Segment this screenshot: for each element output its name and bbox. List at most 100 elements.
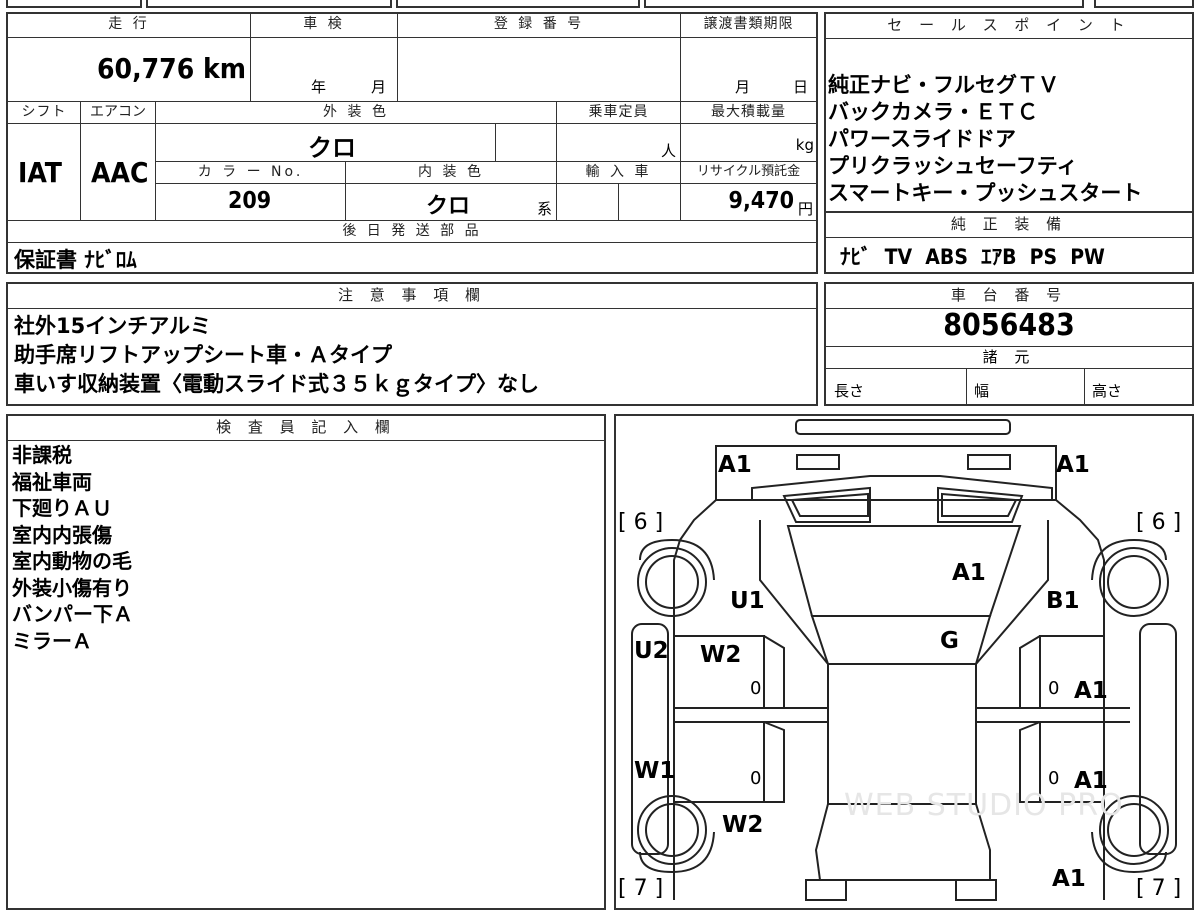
length-cell: 長さ [826,368,967,404]
mark-front-left: A1 [718,452,752,478]
width-label: 幅 [974,382,990,400]
inspector-item: 室内内張傷 [12,522,112,547]
left-rear-door-edge [763,721,785,803]
headlight-right [967,454,1011,470]
front-bumper-strip [795,419,1011,435]
mark-windshield: G [940,628,959,654]
inspection-year: 年 [311,78,327,96]
ac-value: AAC [91,156,149,189]
vent-left-inner [790,492,869,517]
width-cell: 幅 [966,368,1085,404]
mark-left-front-door-w: W2 [700,642,742,668]
sales-point-item: 純正ナビ・フルセグＴＶ [828,73,1059,97]
shift-value: IAT [18,156,62,189]
transfer-day: 日 [793,78,809,96]
wheel-front-right-inner [1107,555,1161,609]
watermark: WEB STUDIO PRO [844,788,1124,823]
exterior-color-label: 外 装 色 [156,102,557,124]
vehicle-info-table: 走 行 車 検 登 録 番 号 譲渡書類期限 60,776 km 年 月 月 日… [6,12,818,274]
left-rear-door [673,721,765,803]
headlight-left [796,454,840,470]
registration-cell [398,38,681,102]
interior-color-label: 内 装 色 [346,162,557,184]
inspector-item: 福祉車両 [12,469,92,494]
tire-rear-right-label: [ 7 ] [1136,876,1182,901]
later-parts-cell: 保証書 ﾅﾋﾞﾛﾑ [8,243,816,272]
mark-zero-rr: 0 [1048,768,1060,789]
inspector-box: 検 査 員 記 入 欄 非課税 福祉車両 下廻りＡＵ 室内内張傷 室内動物の毛 外装小傷有… [6,414,606,910]
mark-hood: A1 [952,560,986,586]
rear-lamp-left [805,879,847,901]
mark-zero-lr: 0 [750,768,762,789]
wheel-front-left [637,547,707,617]
mark-left-rear-door: W2 [722,812,764,838]
top-stub-3 [396,0,640,8]
later-parts-label: 後 日 発 送 部 品 [8,221,816,243]
sales-point-item: プリクラッシュセーフティ [828,154,1078,178]
vent-right-inner [941,492,1018,517]
inspector-item: バンパー下Ａ [12,602,133,626]
wheel-rear-left-inner [645,803,699,857]
inspector-item: 室内動物の毛 [12,549,132,573]
color-no-value: 209 [228,188,272,214]
note-item: 車いす収納装置〈電動スライド式３５ｋｇタイプ〉なし [14,372,539,396]
mark-left-sill: W1 [634,758,676,784]
top-stub-4 [644,0,1084,8]
notes-list: 社外15インチアルミ 助手席リフトアップシート車・Ａタイプ 車いす収納装置〈電動スラ… [14,312,539,399]
notes-label: 注 意 事 項 欄 [8,284,816,309]
right-front-door-edge [1019,635,1041,709]
sales-point-item: スマートキー・プッシュスタート [828,181,1143,205]
recycle-value: 9,470 [728,188,794,214]
recycle-cell: 9,470 円 [681,184,816,221]
exterior-color-cell: クロ [156,124,496,162]
roof-outline [827,663,977,805]
wheel-front-right [1099,547,1169,617]
tire-front-left-label: [ 6 ] [618,510,664,535]
chassis-label: 車 台 番 号 [826,284,1192,309]
sales-point-item: バックカメラ・ＥＴＣ [828,100,1038,124]
ac-label: エアコン [81,102,156,124]
color-no-cell: 209 [156,184,346,221]
mileage-value: 60,776 km [97,52,246,85]
note-item: 社外15インチアルミ [14,314,212,338]
chassis-number: 8056483 [826,308,1192,347]
interior-color-value: クロ [426,194,471,219]
height-label: 高さ [1092,382,1123,400]
recycle-unit: 円 [797,200,813,218]
top-stub-2 [146,0,392,8]
sales-point-item: パワースライドドア [828,127,1016,151]
mileage-cell: 60,776 km [8,38,251,102]
inspection-cell: 年 月 [251,38,398,102]
wheel-rear-left [637,795,707,865]
right-a-pillar [975,520,1049,665]
capacity-label: 乗車定員 [557,102,681,124]
exterior-color-value: クロ [308,134,356,162]
inspector-label: 検 査 員 記 入 欄 [8,416,604,441]
length-label: 長さ [834,382,865,400]
height-cell: 高さ [1084,368,1192,404]
tire-front-right-label: [ 6 ] [1136,510,1182,535]
transfer-month: 月 [735,78,751,96]
mark-right-fender: B1 [1046,588,1080,614]
inspection-label: 車 検 [251,14,398,38]
inspection-month: 月 [371,78,387,96]
registration-label: 登 録 番 号 [398,14,681,38]
recycle-label: リサイクル預託金 [681,162,816,184]
genuine-equipment-value: ﾅﾋﾞ TV ABS ｴｱB PS PW [840,245,1105,269]
exterior-color-extra [496,124,557,162]
genuine-equipment-label: 純 正 装 備 [826,213,1192,238]
rear-lamp-right [955,879,997,901]
spec-label: 諸 元 [826,346,1192,369]
mark-zero-lf: 0 [750,678,762,699]
interior-color-suffix: 系 [536,200,552,218]
mark-zero-rf: 0 [1048,678,1060,699]
windshield-outline [810,615,992,665]
mark-right-front-door: A1 [1074,678,1108,704]
transfer-deadline-label: 譲渡書類期限 [681,14,816,38]
max-load-cell: kg [681,124,816,162]
mark-left-fender: U1 [730,588,765,614]
capacity-unit: 人 [660,142,676,160]
import-label: 輸 入 車 [557,162,681,184]
ac-cell: AAC [81,124,156,221]
capacity-cell: 人 [557,124,681,162]
